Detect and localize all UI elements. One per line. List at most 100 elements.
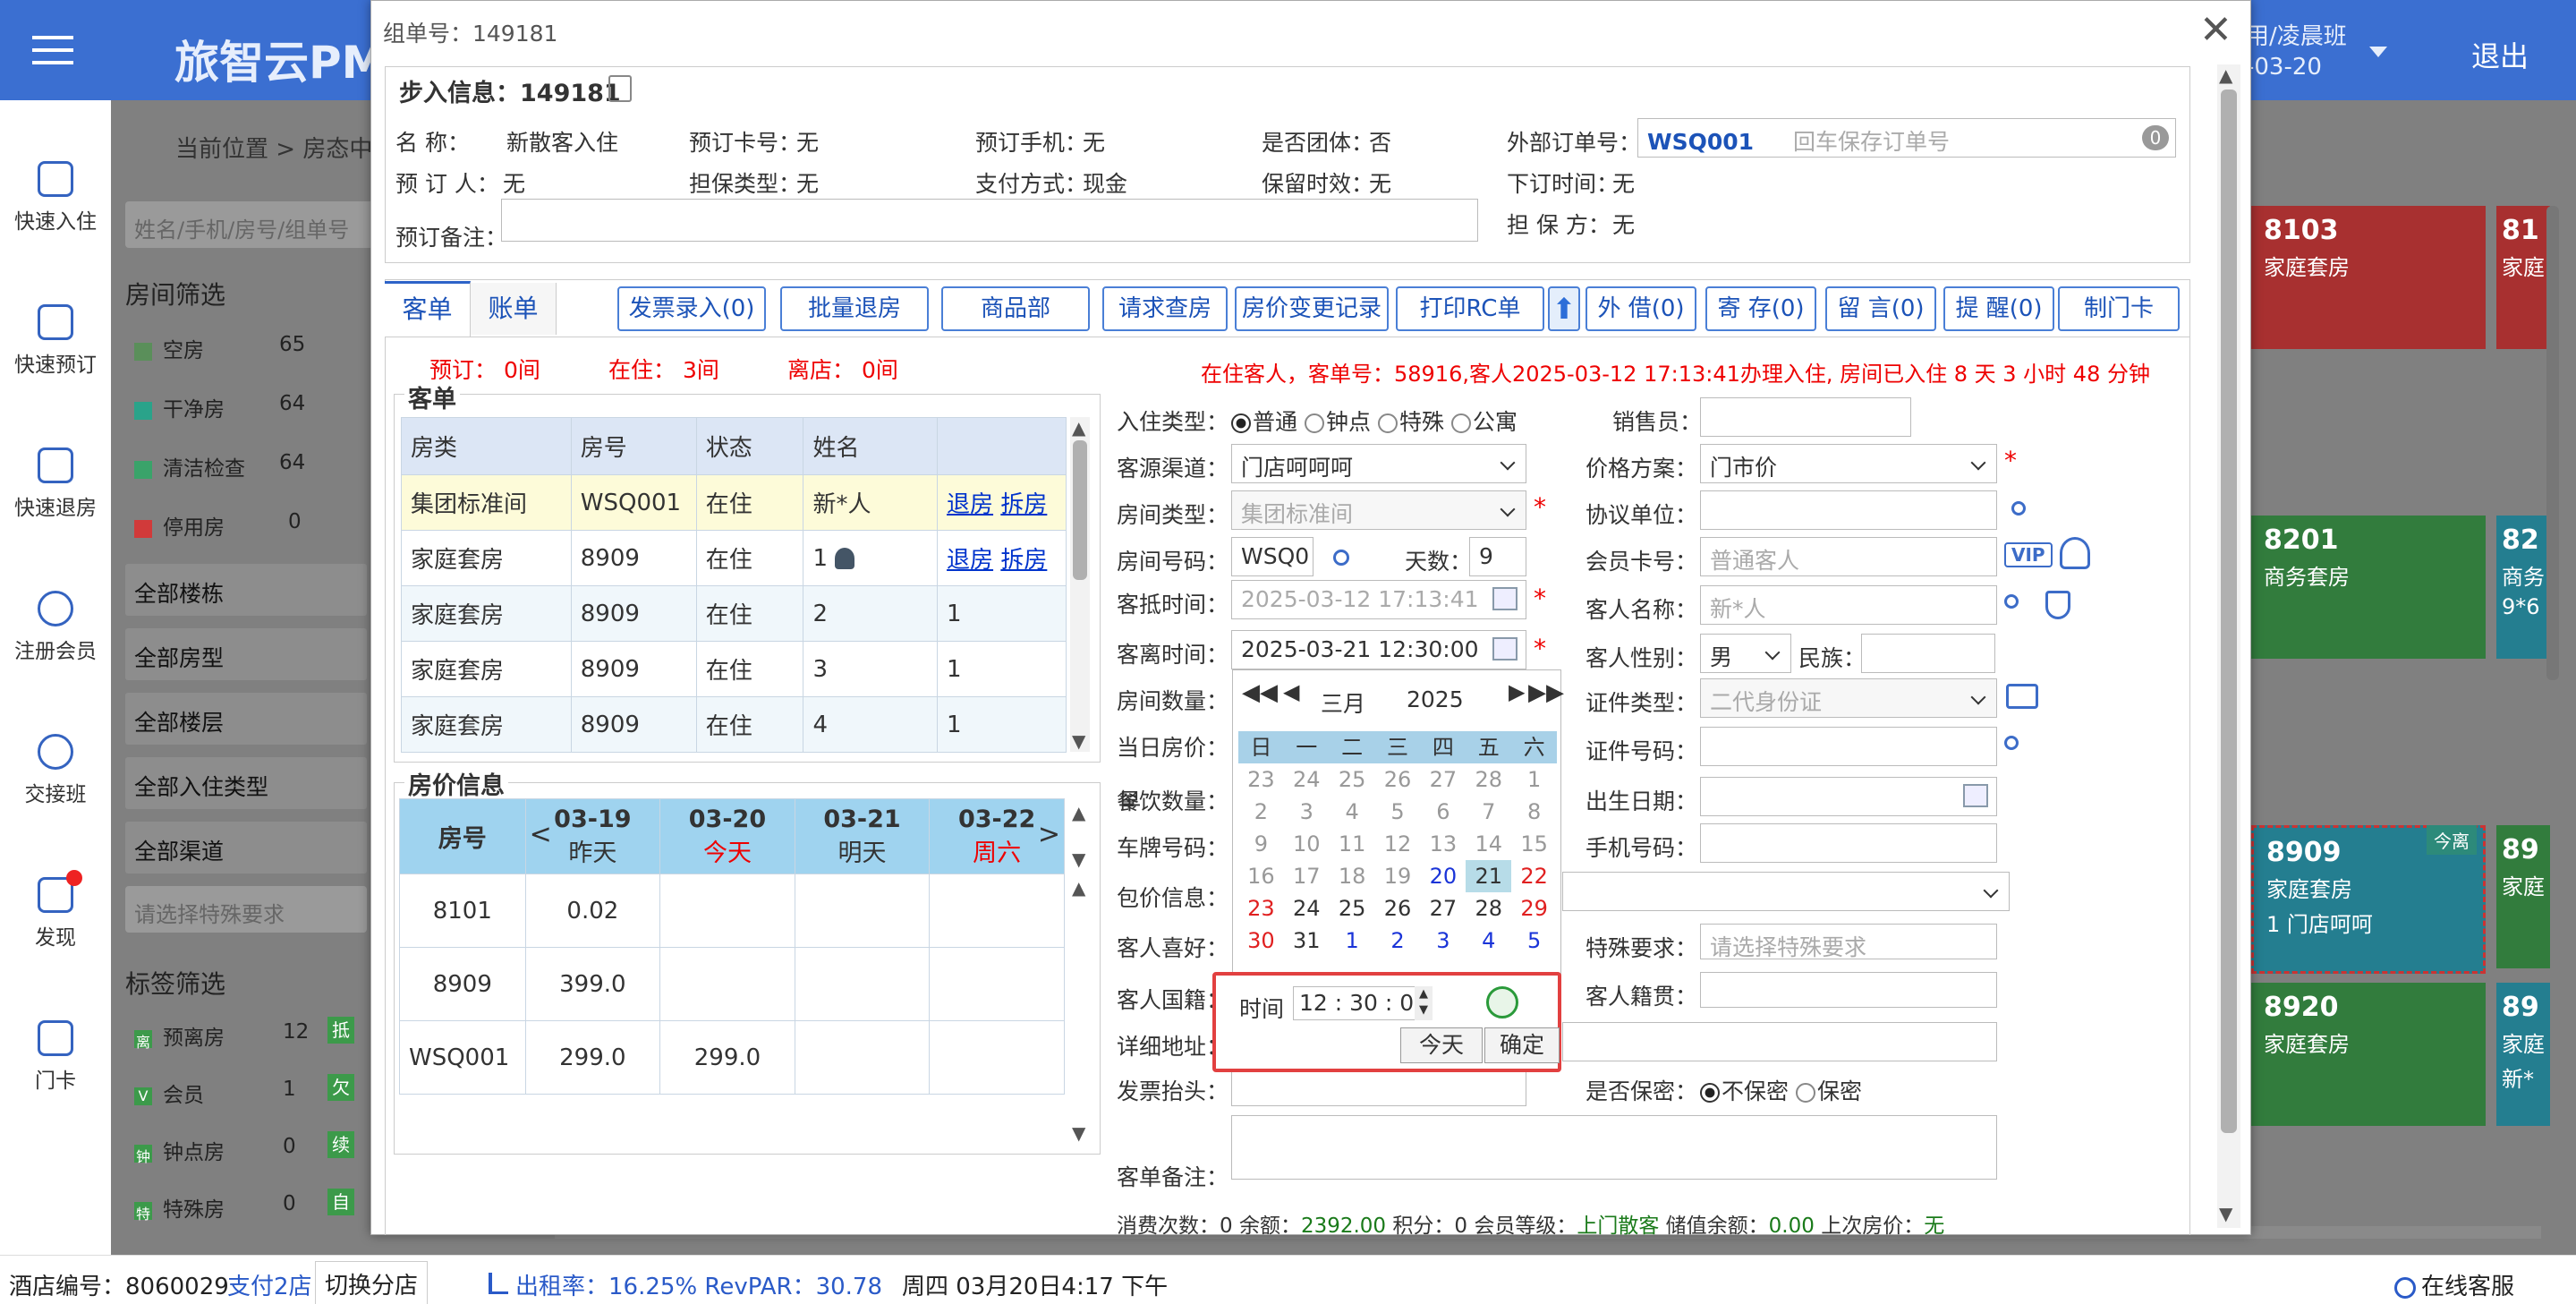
filter-channel[interactable]: 全部渠道	[125, 822, 367, 874]
day-cell[interactable]: 11	[1330, 828, 1375, 860]
guest-name-input[interactable]: 新*人	[1700, 585, 1997, 625]
filter-checkin-type[interactable]: 全部入住类型	[125, 757, 367, 809]
day-cell[interactable]: 28	[1466, 892, 1511, 925]
radio-apartment[interactable]	[1450, 413, 1471, 433]
upload-arrow-icon[interactable]: ⬆	[1548, 286, 1580, 331]
filter-roomtype[interactable]: 全部房型	[125, 628, 367, 680]
hour-value[interactable]: 12	[1299, 990, 1328, 1016]
day-cell[interactable]: 27	[1420, 763, 1466, 796]
room-tile[interactable]: 8201 商务套房	[2251, 516, 2486, 659]
tag-renew-icon[interactable]: 续	[327, 1131, 354, 1158]
day-cell[interactable]: 24	[1284, 892, 1330, 925]
room-tile[interactable]: 81 家庭	[2496, 206, 2550, 349]
reminder-button[interactable]: 提 醒(0)	[1943, 286, 2054, 331]
scroll-down-icon[interactable]: ▼	[1072, 1122, 1085, 1144]
day-cell[interactable]: 1	[1330, 925, 1375, 957]
day-cell[interactable]: 12	[1375, 828, 1421, 860]
day-cell[interactable]: 31	[1284, 925, 1330, 957]
id-type-select[interactable]: 二代身份证	[1700, 678, 1997, 718]
calendar-icon[interactable]	[1963, 784, 1988, 807]
status-clean[interactable]: 干净房	[134, 392, 225, 422]
search-icon[interactable]	[2004, 594, 2019, 609]
calendar-icon[interactable]	[1492, 587, 1518, 610]
day-cell[interactable]: 15	[1511, 828, 1557, 860]
sales-input[interactable]	[1700, 397, 1911, 437]
day-cell[interactable]: 27	[1420, 892, 1466, 925]
time-input[interactable]: 12 : 30 : 0	[1293, 986, 1433, 1020]
batch-checkout-button[interactable]: 批量退房	[780, 286, 929, 331]
day-cell[interactable]: 28	[1466, 763, 1511, 796]
checkout-link[interactable]: 退房	[947, 491, 993, 518]
next-year-icon[interactable]: ▶▶	[1528, 679, 1564, 706]
day-cell[interactable]: 25	[1330, 892, 1375, 925]
prev-arrow-icon[interactable]: <	[530, 819, 552, 850]
bg-vertical-scrollbar[interactable]	[2546, 206, 2559, 680]
make-door-card-button[interactable]: 制门卡	[2058, 286, 2180, 331]
room-no-input[interactable]: WSQ0	[1231, 537, 1314, 576]
day-cell[interactable]: 22	[1511, 860, 1557, 892]
day-cell[interactable]: 18	[1330, 860, 1375, 892]
id-no-input[interactable]	[1700, 727, 1997, 766]
calendar-month[interactable]: 三月	[1321, 686, 1365, 719]
calendar-year[interactable]: 2025	[1407, 686, 1464, 712]
confirm-button[interactable]: 确定	[1484, 1027, 1560, 1063]
day-cell[interactable]: 4	[1466, 925, 1511, 957]
day-cell[interactable]: 2	[1375, 925, 1421, 957]
tag-pre-leave[interactable]: 离预离房	[134, 1020, 225, 1051]
day-cell[interactable]: 19	[1375, 860, 1421, 892]
goods-button[interactable]: 商品部	[941, 286, 1090, 331]
day-cell[interactable]: 24	[1284, 763, 1330, 796]
status-empty[interactable]: 空房	[134, 333, 204, 363]
next-arrow-icon[interactable]: >	[1038, 819, 1060, 850]
days-input[interactable]: 9	[1469, 537, 1526, 576]
copy-icon[interactable]	[608, 75, 632, 102]
radio-hourly[interactable]	[1304, 413, 1324, 433]
online-service-button[interactable]: 在线客服	[2394, 1268, 2514, 1301]
member-card-input[interactable]: 普通客人	[1700, 537, 1997, 576]
scroll-down-icon[interactable]: ▼	[2219, 1203, 2232, 1224]
day-cell[interactable]: 1	[1511, 763, 1557, 796]
user-shift[interactable]: 用/凌晨班 -03-20	[2246, 21, 2347, 82]
table-row[interactable]: 集团标准间 WSQ001 在住 新*人 退房 拆房	[401, 474, 1067, 531]
room-tile[interactable]: 82 商务 9*6	[2496, 516, 2550, 659]
deposit-button[interactable]: 寄 存(0)	[1705, 286, 1816, 331]
day-cell-selected[interactable]: 21	[1466, 860, 1512, 892]
minute-value[interactable]: 30	[1349, 990, 1378, 1016]
scroll-thumb[interactable]	[1073, 440, 1087, 580]
request-inspection-button[interactable]: 请求查房	[1102, 286, 1228, 331]
nav-quick-checkout[interactable]: 快速退房	[0, 447, 111, 521]
logout-button[interactable]: 退出	[2471, 34, 2529, 75]
day-cell[interactable]: 23	[1238, 763, 1284, 796]
time-spinner[interactable]: ▲ ▼	[1415, 986, 1433, 1020]
branch-name[interactable]: 支付2店	[227, 1268, 312, 1301]
room-tile[interactable]: 8920 家庭套房	[2251, 983, 2486, 1126]
scroll-down-icon[interactable]: ▼	[1072, 848, 1085, 870]
day-cell[interactable]: 3	[1420, 925, 1466, 957]
invoice-entry-button[interactable]: 发票录入(0)	[617, 286, 766, 331]
filter-building[interactable]: 全部楼栋	[125, 564, 367, 616]
day-cell[interactable]: 6	[1420, 796, 1466, 828]
day-cell[interactable]: 2	[1238, 796, 1284, 828]
invoice-title-input[interactable]	[1231, 1067, 1526, 1106]
agreement-input[interactable]	[1700, 490, 1997, 530]
scroll-up-icon[interactable]: ▲	[1072, 417, 1085, 439]
tab-guest-order[interactable]: 客单	[385, 281, 471, 337]
radio-not-secret[interactable]	[1700, 1083, 1720, 1103]
add-user-icon[interactable]	[2060, 537, 2090, 569]
day-cell[interactable]: 10	[1284, 828, 1330, 860]
tab-bill[interactable]: 账单	[471, 283, 557, 335]
next-month-icon[interactable]: ▶	[1509, 679, 1525, 704]
day-cell[interactable]: 25	[1330, 763, 1375, 796]
price-change-log-button[interactable]: 房价变更记录	[1235, 286, 1389, 331]
radio-secret[interactable]	[1795, 1083, 1815, 1103]
status-inspect[interactable]: 清洁检查	[134, 451, 245, 482]
print-rc-button[interactable]: 打印RC单	[1396, 286, 1544, 331]
split-room-link[interactable]: 拆房	[1000, 547, 1047, 574]
id-scan-icon[interactable]	[2006, 684, 2038, 709]
table-row[interactable]: 家庭套房 8909 在住 2 1	[401, 585, 1067, 642]
dialog-scroll-thumb[interactable]	[2221, 89, 2237, 1133]
day-cell[interactable]: 4	[1330, 796, 1375, 828]
package-select[interactable]	[1562, 872, 2010, 911]
address-input[interactable]	[1562, 1022, 1997, 1061]
nav-discover[interactable]: 发现	[0, 877, 111, 950]
